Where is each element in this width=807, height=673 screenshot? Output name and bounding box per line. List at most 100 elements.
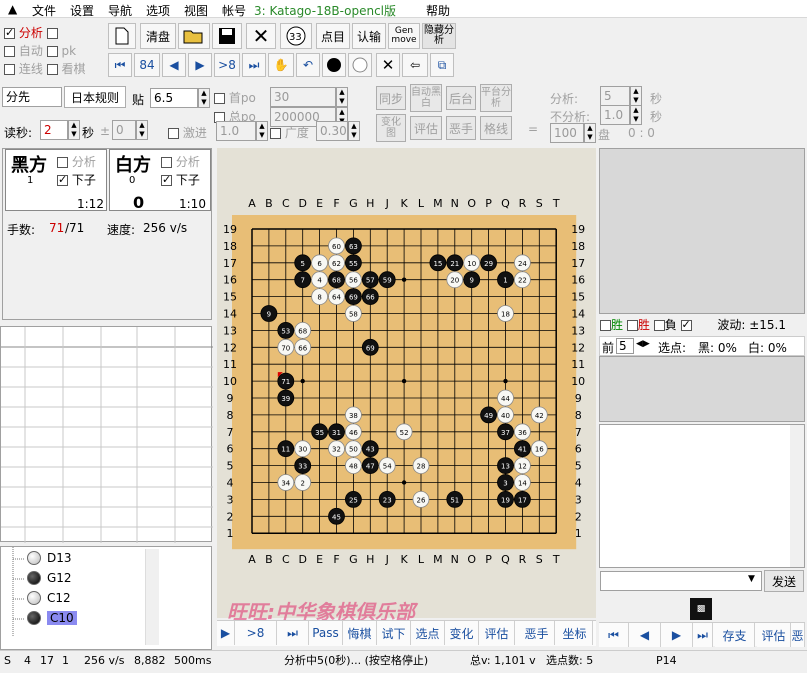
auto-check[interactable]: 自动 pk <box>4 42 76 59</box>
black-stone[interactable]: 39 <box>277 389 295 407</box>
genmove-button[interactable]: Gen move <box>388 23 420 49</box>
right-bad[interactable]: 恶 <box>791 623 805 647</box>
win-check[interactable] <box>600 320 611 331</box>
menu-view[interactable]: 视图 <box>184 2 208 19</box>
white-stone[interactable]: 40 <box>497 406 514 424</box>
analyze-check[interactable]: 分析 <box>4 24 58 41</box>
white-stone[interactable]: 12 <box>513 457 531 475</box>
white-stone[interactable]: 20 <box>446 271 464 289</box>
white-stone[interactable]: 18 <box>497 305 514 322</box>
advance-field[interactable]: 1.0 <box>216 121 256 141</box>
white-stone[interactable]: 48 <box>344 457 362 475</box>
white-stone[interactable]: 58 <box>344 305 362 322</box>
black-stone[interactable]: 66 <box>361 288 379 306</box>
white-stone[interactable]: 44 <box>497 389 514 407</box>
tree-scrollbar[interactable] <box>145 549 159 645</box>
white-stone[interactable]: 4 <box>311 271 328 289</box>
menu-help[interactable]: 帮助 <box>426 2 450 19</box>
analysis-field[interactable]: 5 <box>600 86 630 106</box>
black-stone-icon[interactable] <box>322 53 346 77</box>
tab-last-icon[interactable]: ⏭ <box>277 621 309 645</box>
pm-spinner[interactable]: ▲ ▼ <box>136 120 148 140</box>
chat-dropdown-icon[interactable]: ▼ <box>748 574 755 584</box>
white-stone[interactable]: 56 <box>344 271 362 289</box>
black-stone[interactable]: 37 <box>497 423 514 441</box>
wave-check[interactable] <box>680 318 692 331</box>
prev-move-icon[interactable]: ◀ <box>162 53 186 77</box>
tree-node[interactable]: C10 <box>27 611 77 625</box>
flat-analysis-button[interactable]: 平台分析 <box>480 84 512 112</box>
right-first-icon[interactable]: ⏮ <box>599 623 629 647</box>
analysis-spinner[interactable]: ▲ ▼ <box>630 86 642 106</box>
white-stone[interactable]: 30 <box>294 440 312 458</box>
white-play-check[interactable]: 下子 <box>161 171 200 188</box>
delete-icon[interactable]: ✕ <box>376 53 400 77</box>
menu-account[interactable]: 帐号 <box>222 2 246 19</box>
pm-field[interactable]: 0 <box>112 120 136 140</box>
sync-button[interactable]: 同步 <box>376 86 406 110</box>
breadth-field[interactable]: 0.30 <box>316 121 348 141</box>
tree-node[interactable]: D13 <box>27 551 72 565</box>
komi-field[interactable]: 6.5 <box>150 88 198 108</box>
no-analysis-field[interactable]: 1.0 <box>600 105 630 125</box>
evaluate-button[interactable]: 评估 <box>410 116 442 140</box>
go-board[interactable]: AA19 19BB18 18CC17 17DD16 16EE15 15FF14 14GG13… <box>217 148 596 618</box>
neg-check[interactable] <box>653 320 665 331</box>
black-stone[interactable]: 68 <box>328 271 345 289</box>
white-stone[interactable]: 60 <box>328 237 345 255</box>
resign-button[interactable]: 认输 <box>352 23 386 49</box>
first-po-check[interactable]: 首po <box>214 89 256 106</box>
auto-bw-button[interactable]: 自动黑白 <box>410 84 442 112</box>
undo-icon[interactable]: ↶ <box>296 53 320 77</box>
black-stone[interactable]: 29 <box>480 254 498 272</box>
black-stone[interactable]: 71 <box>277 372 295 390</box>
tab-forward-8[interactable]: >8 <box>235 621 277 645</box>
black-stone[interactable]: 11 <box>277 440 295 458</box>
white-stone[interactable]: 34 <box>277 474 295 491</box>
tab-bad[interactable]: 恶手 <box>519 621 555 645</box>
lose-check[interactable] <box>626 320 638 331</box>
black-stone[interactable]: 19 <box>497 490 514 508</box>
black-stone[interactable]: 21 <box>446 254 464 272</box>
white-stone[interactable]: 2 <box>294 474 312 491</box>
black-stone[interactable]: 55 <box>344 254 362 272</box>
black-stone[interactable]: 13 <box>497 457 514 475</box>
white-stone[interactable]: 36 <box>513 423 531 441</box>
clear-button[interactable]: 清盘 <box>140 23 176 49</box>
white-stone[interactable]: 26 <box>412 490 430 508</box>
games-spinner[interactable]: ▲ ▼ <box>584 123 596 143</box>
white-stone[interactable]: 64 <box>328 288 345 306</box>
breadth-check[interactable]: 广度 <box>270 124 309 141</box>
black-stone[interactable]: 69 <box>361 338 379 356</box>
open-folder-icon[interactable] <box>178 23 210 49</box>
rules-button[interactable]: 日本规则 <box>64 86 126 108</box>
black-stone[interactable]: 25 <box>344 490 362 508</box>
black-stone[interactable]: 57 <box>361 271 379 289</box>
handicap-select[interactable]: 分先 <box>2 87 62 107</box>
tab-evaluate[interactable]: 评估 <box>479 621 515 645</box>
tab-undo[interactable]: 悔棋 <box>343 621 377 645</box>
chat-scrollbar[interactable] <box>790 425 804 567</box>
menu-options[interactable]: 选项 <box>146 2 170 19</box>
count-icon[interactable]: 33 <box>280 23 312 49</box>
white-stone[interactable]: 62 <box>328 254 345 272</box>
save-icon[interactable] <box>212 23 242 49</box>
no-analysis-spinner[interactable]: ▲ ▼ <box>630 105 642 125</box>
black-stone[interactable]: 35 <box>311 423 328 441</box>
black-stone[interactable]: 43 <box>361 440 379 458</box>
black-stone[interactable]: 53 <box>277 321 295 339</box>
right-last-icon[interactable]: ⏭ <box>693 623 713 647</box>
send-button[interactable]: 发送 <box>764 570 804 592</box>
right-save[interactable]: 存支 <box>715 623 755 647</box>
black-stone[interactable]: 33 <box>294 457 312 475</box>
advance-check[interactable]: 激进 <box>168 124 207 141</box>
menu-settings[interactable]: 设置 <box>70 2 94 19</box>
black-analyze-check[interactable]: 分析 <box>57 153 96 170</box>
white-stone[interactable]: 6 <box>311 254 328 272</box>
black-stone[interactable]: 7 <box>294 271 312 289</box>
menu-file[interactable]: 文件 <box>32 2 56 19</box>
score-button[interactable]: 点目 <box>316 23 350 49</box>
hide-analysis-button[interactable]: 隐藏分析 <box>422 23 456 49</box>
chat-area[interactable] <box>599 424 805 568</box>
black-stone[interactable]: 1 <box>497 271 514 289</box>
